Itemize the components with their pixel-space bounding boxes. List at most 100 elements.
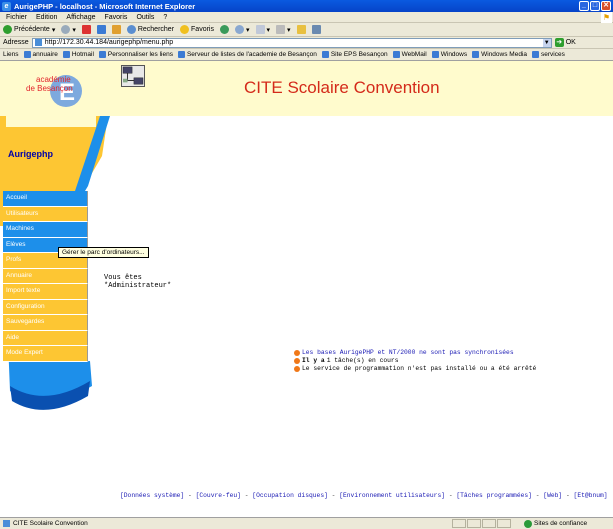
link-annuaire[interactable]: annuaire bbox=[23, 51, 58, 58]
message-sync[interactable]: Les bases AurigePHP et NT/2000 ne sont p… bbox=[294, 349, 536, 357]
address-input[interactable]: http://172.30.44.184/aurigephp/menu.php … bbox=[31, 37, 552, 48]
message-text: Les bases AurigePHP et NT/2000 ne sont p… bbox=[302, 349, 514, 356]
favorites-button[interactable]: Favoris bbox=[180, 25, 214, 34]
search-button[interactable]: Rechercher bbox=[126, 25, 175, 34]
edit-button[interactable] bbox=[296, 25, 306, 34]
nav-aide[interactable]: Aide bbox=[3, 330, 88, 346]
menu-edition[interactable]: Edition bbox=[36, 14, 57, 21]
back-arrow-icon bbox=[3, 25, 12, 34]
link-serveur-listes[interactable]: Serveur de listes de l'academie de Besan… bbox=[177, 51, 317, 58]
link-label: services bbox=[541, 51, 565, 58]
link-label: Serveur de listes de l'academie de Besan… bbox=[186, 51, 317, 58]
star-icon bbox=[180, 25, 190, 34]
menu-outils[interactable]: Outils bbox=[136, 14, 154, 21]
link-services[interactable]: services bbox=[532, 51, 565, 58]
maximize-button[interactable]: □ bbox=[590, 1, 600, 11]
nav-configuration[interactable]: Configuration bbox=[3, 299, 88, 315]
link-label: annuaire bbox=[32, 51, 58, 58]
menu-help[interactable]: ? bbox=[163, 14, 167, 21]
nav-annuaire[interactable]: Annuaire bbox=[3, 268, 88, 284]
user-role-value: *Administrateur* bbox=[104, 282, 172, 290]
link-label: Personnaliser les liens bbox=[107, 51, 173, 58]
footer-environnement[interactable]: [Environnement utilisateurs] bbox=[339, 492, 445, 499]
link-label: Site EPS Besançon bbox=[330, 51, 388, 58]
search-icon bbox=[126, 25, 136, 34]
mail-button[interactable]: ▾ bbox=[255, 25, 270, 34]
user-role-intro: Vous êtes bbox=[104, 274, 142, 282]
status-panels bbox=[452, 519, 511, 528]
footer-web[interactable]: [Web] bbox=[543, 492, 562, 499]
print-icon bbox=[276, 25, 286, 34]
stop-icon bbox=[81, 25, 91, 34]
refresh-button[interactable] bbox=[96, 25, 106, 34]
tooltip: Gérer le parc d'ordinateurs... bbox=[58, 247, 149, 258]
footer-couvre-feu[interactable]: [Couvre-feu] bbox=[196, 492, 241, 499]
menu-bar: Fichier Edition Affichage Favoris Outils… bbox=[0, 12, 613, 23]
refresh-icon bbox=[96, 25, 106, 34]
nav-import-texte[interactable]: Import texte bbox=[3, 284, 88, 300]
nav-mode-expert[interactable]: Mode Expert bbox=[3, 346, 88, 362]
footer-donnees-systeme[interactable]: [Données système] bbox=[120, 492, 184, 499]
menu-fichier[interactable]: Fichier bbox=[6, 14, 27, 21]
search-label: Rechercher bbox=[137, 26, 175, 33]
media-icon bbox=[219, 25, 229, 34]
main-nav: Accueil Utilisateurs Machines Elèves Pro… bbox=[3, 191, 88, 362]
go-label: OK bbox=[565, 39, 576, 46]
link-page-icon bbox=[23, 51, 31, 58]
page-icon bbox=[3, 520, 10, 527]
links-label: Liens bbox=[3, 51, 19, 58]
link-page-icon bbox=[177, 51, 185, 58]
forward-button[interactable]: ▾ bbox=[61, 25, 76, 34]
footer-taches[interactable]: [Tâches programmées] bbox=[456, 492, 532, 499]
footer-etabnum[interactable]: [Et@bnum] bbox=[574, 492, 608, 499]
link-site-eps[interactable]: Site EPS Besançon bbox=[321, 51, 388, 58]
link-page-icon bbox=[321, 51, 329, 58]
user-role: Vous êtes *Administrateur* bbox=[104, 274, 171, 290]
status-bar: CITE Scolaire Convention Sites de confia… bbox=[0, 517, 613, 529]
print-button[interactable]: ▾ bbox=[276, 25, 291, 34]
link-label: Windows bbox=[440, 51, 468, 58]
link-page-icon bbox=[532, 51, 539, 58]
zone-label: Sites de confiance bbox=[534, 520, 588, 527]
window-title: AurigePHP - localhost - Microsoft Intern… bbox=[14, 1, 196, 11]
link-hotmail[interactable]: Hotmail bbox=[62, 51, 94, 58]
back-label: Précédente bbox=[14, 26, 50, 33]
windows-flag-icon: ⚑ bbox=[601, 12, 612, 23]
messenger-button[interactable] bbox=[311, 25, 321, 34]
stop-button[interactable] bbox=[81, 25, 91, 34]
link-windows-media[interactable]: Windows Media bbox=[472, 51, 527, 58]
go-button[interactable]: ➜ OK bbox=[554, 38, 576, 47]
standard-toolbar: Précédente ▾ ▾ Rechercher Favoris ▾ ▾ ▾ bbox=[0, 23, 613, 37]
trusted-sites-icon bbox=[524, 519, 532, 528]
go-arrow-icon: ➜ bbox=[554, 38, 564, 47]
home-button[interactable] bbox=[111, 25, 121, 34]
message-text: 1 tâche(s) en cours bbox=[326, 357, 399, 364]
orange-bullet-icon bbox=[294, 358, 300, 364]
nav-utilisateurs[interactable]: Utilisateurs bbox=[3, 206, 88, 222]
nav-accueil[interactable]: Accueil bbox=[3, 191, 88, 207]
menu-affichage[interactable]: Affichage bbox=[66, 14, 95, 21]
academie-logo: E académie de Besançon bbox=[6, 67, 96, 127]
favorites-label: Favoris bbox=[191, 26, 214, 33]
link-webmail[interactable]: WebMail bbox=[392, 51, 427, 58]
link-windows[interactable]: Windows bbox=[431, 51, 468, 58]
nav-machines[interactable]: Machines bbox=[3, 222, 88, 238]
menu-favoris[interactable]: Favoris bbox=[104, 14, 127, 21]
history-button[interactable]: ▾ bbox=[234, 25, 250, 34]
link-personnaliser[interactable]: Personnaliser les liens bbox=[98, 51, 173, 58]
close-button[interactable]: ✕ bbox=[601, 1, 611, 11]
link-page-icon bbox=[392, 51, 400, 58]
minimize-button[interactable]: _ bbox=[579, 1, 589, 11]
back-button[interactable]: Précédente ▾ bbox=[3, 25, 55, 34]
address-dropdown[interactable]: ▼ bbox=[542, 38, 551, 47]
footer-occupation-disques[interactable]: [Occupation disques] bbox=[252, 492, 328, 499]
messenger-icon bbox=[311, 25, 321, 34]
edit-icon bbox=[296, 25, 306, 34]
message-bold: Il y a bbox=[302, 357, 325, 364]
link-page-icon bbox=[62, 51, 70, 58]
link-page-icon bbox=[98, 51, 106, 58]
nav-sauvegardes[interactable]: Sauvegardes bbox=[3, 315, 88, 331]
link-page-icon bbox=[431, 51, 439, 58]
media-button[interactable] bbox=[219, 25, 229, 34]
home-icon bbox=[111, 25, 121, 34]
